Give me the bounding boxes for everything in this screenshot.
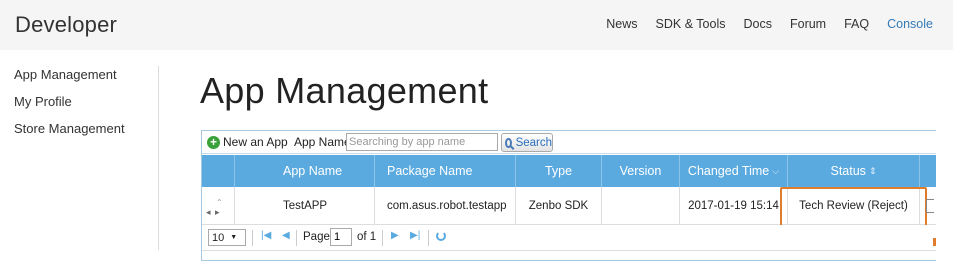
cell-type: Zenbo SDK: [516, 187, 602, 225]
new-app-label: New an App: [223, 135, 288, 149]
header-extra-cell: [920, 155, 936, 187]
app-name-search-input[interactable]: [346, 133, 498, 151]
column-header-version[interactable]: Version: [602, 155, 680, 187]
rows-per-page-select[interactable]: 10 ▼: [208, 229, 246, 246]
sidebar-item-app-management[interactable]: App Management: [14, 66, 158, 93]
column-header-status[interactable]: Status ⇕: [788, 155, 920, 187]
last-page-icon[interactable]: ▶|: [410, 230, 420, 241]
sort-down-icon: ⌵: [772, 165, 780, 176]
page-label: Page: [303, 231, 330, 243]
pager-divider: [252, 230, 253, 246]
plus-icon: +: [207, 135, 220, 149]
row-scroll-cell[interactable]: ⌃ ◂ ▸: [202, 187, 235, 225]
search-icon: [505, 137, 512, 148]
nav-console[interactable]: Console: [887, 17, 933, 31]
grid-toolbar: + New an App App Name Search: [202, 131, 936, 154]
sidebar-item-my-profile[interactable]: My Profile: [14, 93, 158, 120]
cell-version: [602, 187, 680, 225]
cell-changed-time: 2017-01-19 15:14: [680, 187, 788, 225]
table-header-row: App Name Package Name Type Version Chang…: [202, 155, 936, 187]
search-button-label: Search: [515, 136, 552, 149]
search-button[interactable]: Search: [501, 133, 553, 152]
pager: 10 ▼ |◀ ◀ Page of 1 ▶ ▶|: [202, 225, 936, 251]
status-highlight-box: [780, 187, 927, 227]
refresh-icon[interactable]: [436, 231, 446, 241]
brand-title[interactable]: Developer: [15, 12, 117, 38]
page-title: App Management: [200, 70, 489, 111]
header-scroll-cell: [202, 155, 235, 187]
nav-sdk-tools[interactable]: SDK & Tools: [656, 17, 726, 31]
pager-divider: [296, 230, 297, 246]
column-header-app-name[interactable]: App Name: [235, 155, 375, 187]
nav-forum[interactable]: Forum: [790, 17, 826, 31]
orange-marker: [933, 238, 936, 246]
chevron-down-icon: ▼: [230, 234, 238, 241]
top-header: Developer News SDK & Tools Docs Forum FA…: [0, 0, 953, 50]
column-header-package-name[interactable]: Package Name: [375, 155, 516, 187]
scroll-arrows-icon[interactable]: ◂ ▸: [206, 207, 221, 218]
pager-divider: [428, 230, 429, 246]
first-page-icon[interactable]: |◀: [261, 230, 271, 241]
column-header-type[interactable]: Type: [516, 155, 602, 187]
pager-divider: [382, 230, 383, 246]
row-action-bracket[interactable]: [926, 199, 934, 213]
nav-docs[interactable]: Docs: [744, 17, 772, 31]
page-count-label: of 1: [357, 231, 377, 243]
page-number-input[interactable]: [330, 228, 352, 246]
sidebar-item-store-management[interactable]: Store Management: [14, 120, 158, 147]
app-grid: + New an App App Name Search App Name Pa…: [201, 130, 936, 261]
top-nav: News SDK & Tools Docs Forum FAQ Console: [588, 17, 933, 31]
app-name-label: App Name: [294, 135, 351, 149]
next-page-icon[interactable]: ▶: [391, 230, 399, 241]
nav-faq[interactable]: FAQ: [844, 17, 869, 31]
column-header-changed-time[interactable]: Changed Time ⌵: [680, 155, 788, 187]
rows-per-page-value: 10: [212, 231, 225, 244]
sidebar: App Management My Profile Store Manageme…: [14, 66, 159, 250]
drag-handle-icon[interactable]: ⌃: [216, 198, 223, 207]
cell-app-name[interactable]: TestAPP: [235, 187, 375, 225]
new-app-button[interactable]: + New an App: [207, 135, 288, 149]
nav-news[interactable]: News: [606, 17, 637, 31]
prev-page-icon[interactable]: ◀: [282, 230, 290, 241]
sort-icon: ⇕: [868, 165, 877, 176]
status-label: Status: [830, 164, 866, 178]
cell-package-name: com.asus.robot.testapp: [375, 187, 516, 225]
changed-time-label: Changed Time: [687, 164, 770, 178]
